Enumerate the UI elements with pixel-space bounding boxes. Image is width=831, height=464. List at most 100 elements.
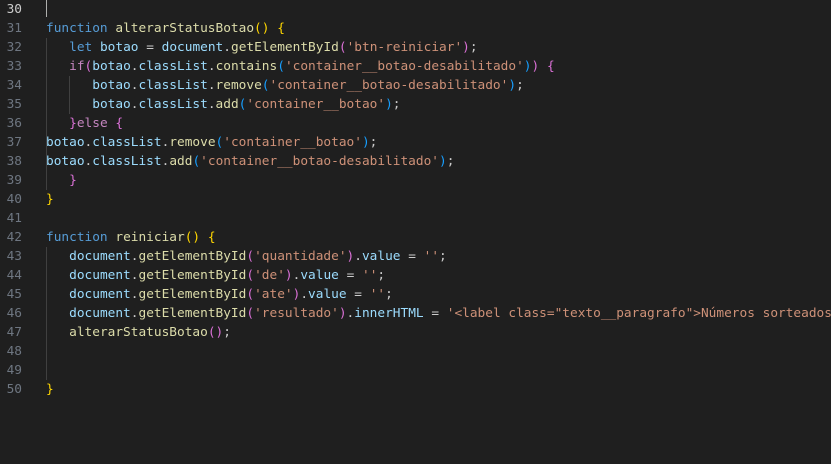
- code-token: 'container__botao': [246, 97, 386, 112]
- code-token: (: [246, 249, 255, 264]
- code-line[interactable]: 42 function reiniciar() {: [0, 228, 831, 247]
- code-line[interactable]: 49: [0, 361, 831, 380]
- code-text: botao.classList.remove('container__botao…: [46, 133, 377, 152]
- code-token: classList: [92, 154, 162, 169]
- code-editor[interactable]: 30 31 function alterarStatusBotao() {32 le…: [0, 0, 831, 464]
- code-token: (): [184, 230, 201, 245]
- code-line[interactable]: 34 botao.classList.remove('container__bo…: [0, 76, 831, 95]
- code-token: =: [423, 306, 447, 321]
- code-token: .: [300, 287, 309, 302]
- code-line[interactable]: 47 alterarStatusBotao();: [0, 323, 831, 342]
- code-line[interactable]: 43 document.getElementById('quantidade')…: [0, 247, 831, 266]
- line-number: 39: [6, 173, 22, 188]
- code-token: (: [246, 287, 255, 302]
- code-line[interactable]: 46 document.getElementById('resultado').…: [0, 304, 831, 323]
- code-token: remove: [169, 135, 216, 150]
- code-line[interactable]: 41: [0, 209, 831, 228]
- code-line[interactable]: 40}: [0, 190, 831, 209]
- code-text: botao.classList.remove('container__botao…: [46, 76, 524, 95]
- line-number: 31: [6, 21, 22, 36]
- code-token: value: [308, 287, 347, 302]
- code-token: {: [277, 21, 285, 36]
- code-token: .: [207, 78, 216, 93]
- code-token: '': [423, 249, 440, 264]
- line-number: 49: [6, 363, 22, 378]
- code-line[interactable]: 31 function alterarStatusBotao() {: [0, 19, 831, 38]
- code-token: botao: [92, 78, 131, 93]
- code-token: ): [439, 154, 447, 169]
- code-token: =: [346, 287, 370, 302]
- line-number: 41: [6, 211, 22, 226]
- code-line[interactable]: 37 botao.classList.remove('container__bot…: [0, 133, 831, 152]
- code-token: ): [361, 135, 370, 150]
- code-line[interactable]: 35 botao.classList.add('container__botao…: [0, 95, 831, 114]
- code-token: {: [207, 230, 216, 245]
- line-number: 47: [6, 325, 22, 340]
- code-token: }: [46, 192, 54, 207]
- line-number: 32: [6, 40, 22, 55]
- code-line[interactable]: 48: [0, 342, 831, 361]
- code-token: add: [169, 154, 193, 169]
- code-token: }: [69, 116, 77, 131]
- line-number: 48: [6, 344, 22, 359]
- line-number: 44: [6, 268, 22, 283]
- line-number: 50: [6, 382, 22, 397]
- code-token: function: [46, 21, 108, 36]
- code-token: 'container__botao-desabilitado': [284, 59, 524, 74]
- code-token: botao: [92, 59, 131, 74]
- line-number: 46: [6, 306, 22, 321]
- code-token: remove: [215, 78, 262, 93]
- code-token: (: [338, 40, 347, 55]
- code-token: classList: [92, 135, 162, 150]
- line-number: 37: [6, 135, 22, 150]
- code-token: (): [254, 21, 270, 36]
- code-token: .: [207, 59, 216, 74]
- line-number: 35: [6, 97, 22, 112]
- code-token: {: [115, 116, 124, 131]
- code-token: '<label class="texto__paragrafo">Números…: [446, 306, 831, 321]
- code-token: innerHTML: [354, 306, 424, 321]
- code-token: if: [69, 59, 85, 74]
- code-text: alterarStatusBotao();: [46, 323, 231, 342]
- code-line[interactable]: 36 }else {: [0, 114, 831, 133]
- code-token: 'container__botao-desabilitado': [200, 154, 439, 169]
- line-number: 45: [6, 287, 22, 302]
- code-token: ;: [439, 249, 447, 264]
- code-token: classList: [138, 97, 208, 112]
- code-token: .: [223, 40, 231, 55]
- code-token: (: [246, 268, 255, 283]
- code-line[interactable]: 38 botao.classList.add('container__botao-…: [0, 152, 831, 171]
- code-token: 'container__botao-desabilitado': [269, 78, 509, 93]
- code-text: let botao = document.getElementById('btn…: [46, 38, 477, 57]
- code-line[interactable]: 44 document.getElementById('de').value =…: [0, 266, 831, 285]
- code-text: document.getElementById('quantidade').va…: [46, 247, 447, 266]
- code-token: botao: [92, 97, 131, 112]
- code-token: (: [261, 78, 270, 93]
- code-line[interactable]: 45 document.getElementById('ate').value …: [0, 285, 831, 304]
- code-line[interactable]: 30: [0, 0, 831, 19]
- code-line[interactable]: 33 if(botao.classList.contains('containe…: [0, 57, 831, 76]
- code-token: ;: [369, 135, 378, 150]
- code-token: let: [69, 40, 93, 55]
- code-token: .: [130, 59, 139, 74]
- code-token: function: [46, 230, 108, 245]
- code-text: function reiniciar() {: [46, 228, 216, 247]
- code-line[interactable]: 50}: [0, 380, 831, 399]
- code-token: document: [69, 306, 131, 321]
- code-token: ): [284, 268, 293, 283]
- code-token: ;: [385, 287, 393, 302]
- code-line[interactable]: 32 let botao = document.getElementById('…: [0, 38, 831, 57]
- code-token: 'container__botao': [223, 135, 362, 150]
- line-number: 43: [6, 249, 22, 264]
- code-token: (: [277, 59, 285, 74]
- code-text: }: [46, 380, 54, 399]
- code-line[interactable]: 39 }: [0, 171, 831, 190]
